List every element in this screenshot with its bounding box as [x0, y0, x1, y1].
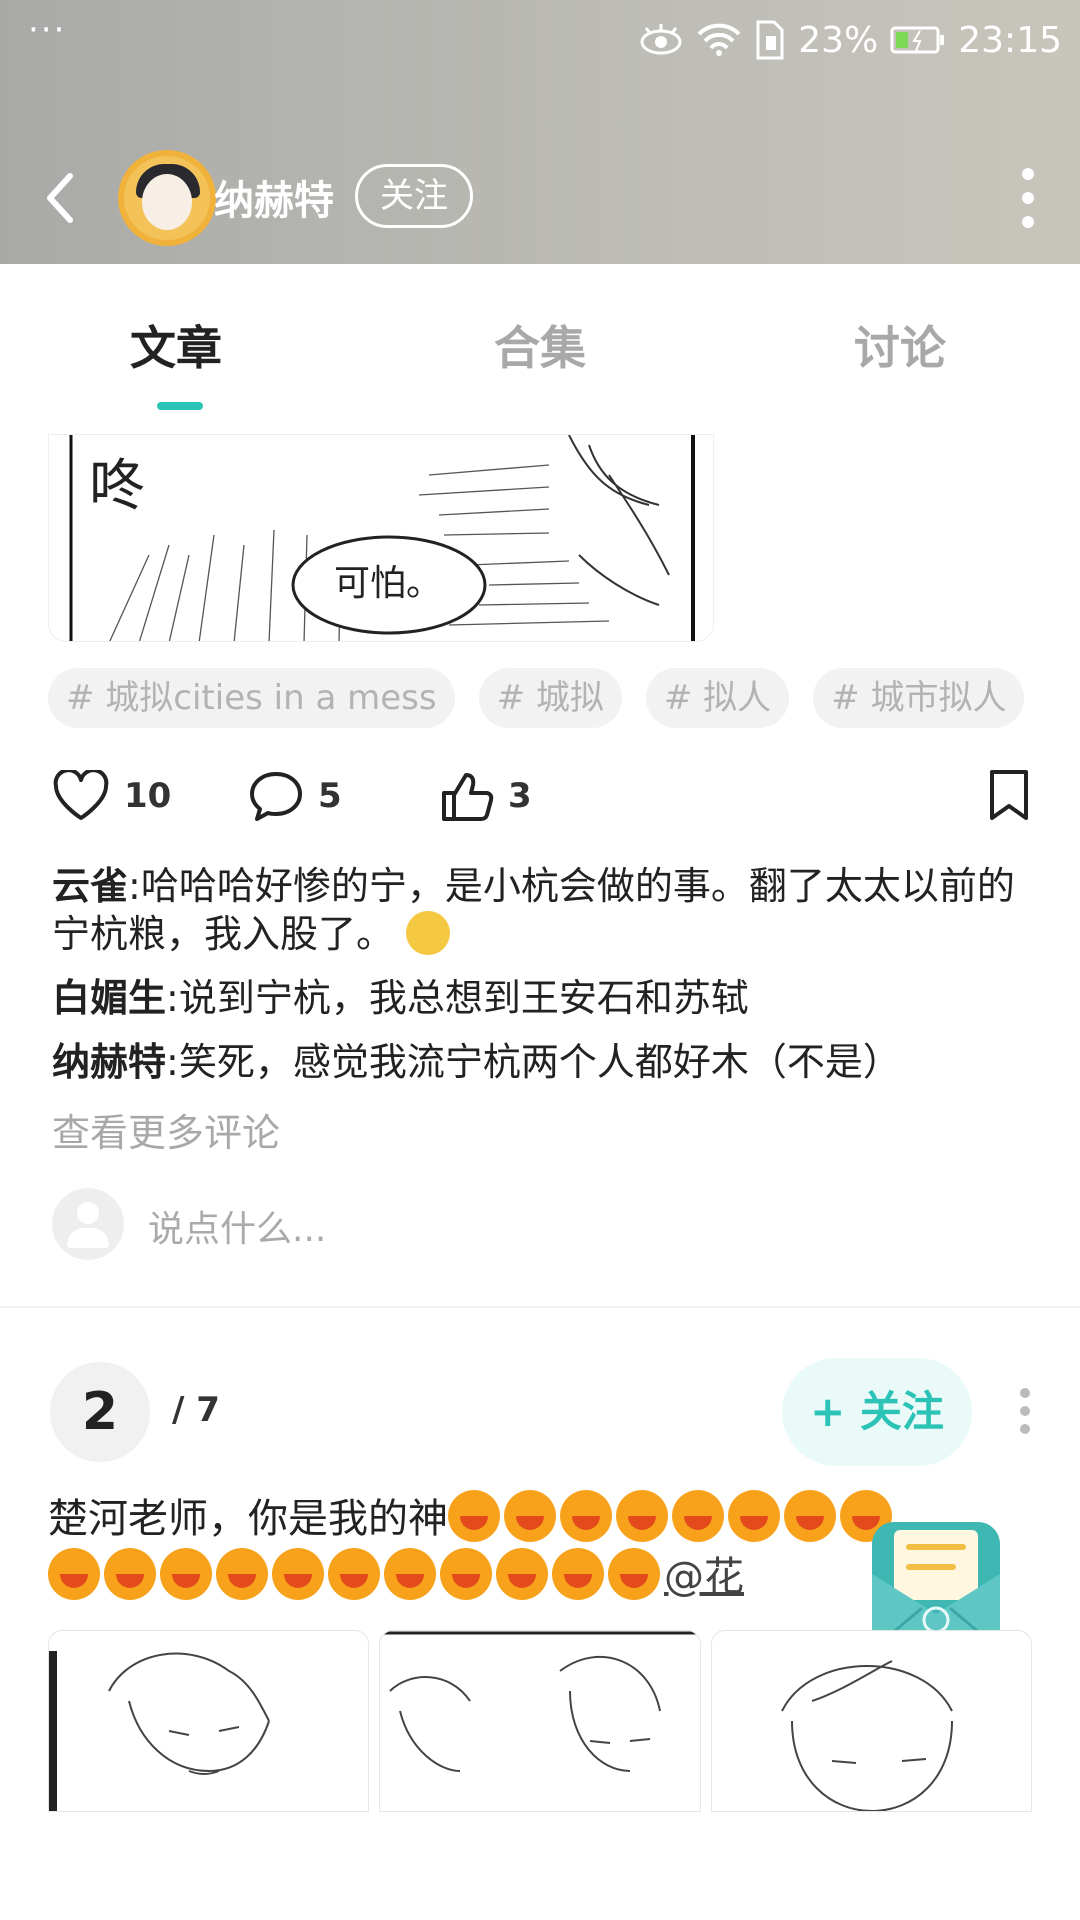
- heart-icon: [53, 770, 109, 820]
- sob-emoji-icon: [448, 1490, 500, 1542]
- post-thumbnail[interactable]: [48, 1630, 370, 1812]
- comment-text: :笑死，感觉我流宁杭两个人都好木（不是）: [166, 1040, 901, 1084]
- comment-text: :哈哈哈好惨的宁，是小杭会做的事。翻了太太以前的宁杭粮，我入股了。: [52, 864, 1015, 956]
- username[interactable]: 纳赫特: [214, 168, 334, 226]
- sob-emoji-icon: [160, 1548, 212, 1600]
- post-thumbnail[interactable]: [379, 1630, 701, 1812]
- comment-item[interactable]: 纳赫特:笑死，感觉我流宁杭两个人都好木（不是）: [52, 1038, 1042, 1086]
- comment-action[interactable]: 5: [248, 766, 342, 826]
- reply-input-placeholder[interactable]: 说点什么...: [148, 1200, 326, 1252]
- post-image-grid: [48, 1630, 1032, 1812]
- tab-bar: 文章 合集 讨论: [0, 264, 1080, 414]
- sob-emoji-icon: [728, 1490, 780, 1542]
- post-thumbnail[interactable]: [710, 1630, 1032, 1812]
- rank-total: / 7: [172, 1390, 220, 1430]
- comic-sound-text: 咚: [89, 454, 145, 519]
- battery-percent: 23%: [798, 19, 879, 61]
- like-action[interactable]: 10: [52, 766, 171, 826]
- profile-header: ··· 23% 23:15 纳赫特 关注: [0, 0, 1080, 264]
- comment-text: :说到宁杭，我总想到王安石和苏轼: [166, 976, 749, 1020]
- tab-discussion[interactable]: 讨论: [854, 312, 946, 378]
- upvote-action[interactable]: 3: [440, 766, 532, 826]
- back-arrow-icon[interactable]: [40, 168, 80, 228]
- follow-button[interactable]: 关注: [355, 164, 473, 228]
- nav-bar: 纳赫特 关注: [0, 150, 1080, 246]
- comment-author[interactable]: 云雀: [52, 864, 128, 908]
- sob-emoji-icon: [552, 1548, 604, 1600]
- sob-emoji-icon: [672, 1490, 724, 1542]
- tag-chip[interactable]: # 城市拟人: [813, 668, 1025, 728]
- comment-author[interactable]: 纳赫特: [52, 1040, 166, 1084]
- status-icons: 23% 23:15: [638, 16, 1062, 64]
- sob-emoji-icon: [560, 1490, 612, 1542]
- sob-emoji-icon: [784, 1490, 836, 1542]
- sob-emoji-icon: [384, 1548, 436, 1600]
- tag-chip[interactable]: # 拟人: [645, 668, 790, 728]
- tag-list: # 城拟cities in a mess # 城拟 # 拟人 # 城市拟人: [48, 668, 1025, 728]
- comment-item[interactable]: 白媚生:说到宁杭，我总想到王安石和苏轼: [52, 974, 1042, 1022]
- reply-box[interactable]: 说点什么...: [52, 1188, 552, 1262]
- more-options-icon[interactable]: [1022, 168, 1034, 228]
- sob-emoji-icon: [48, 1548, 100, 1600]
- rank-badge: 2: [50, 1362, 150, 1462]
- comic-bubble-text: 可怕。: [334, 563, 442, 604]
- post-actions: 10 5 3: [52, 766, 1032, 826]
- sob-emoji-icon: [328, 1548, 380, 1600]
- sob-emoji-icon: [216, 1548, 268, 1600]
- mention-link[interactable]: @花: [664, 1554, 744, 1600]
- eye-icon: [640, 24, 682, 55]
- comment-count: 5: [318, 776, 342, 816]
- battery-icon: [890, 26, 945, 54]
- sob-emoji-icon: [496, 1548, 548, 1600]
- smile-emoji-icon: [406, 911, 451, 955]
- avatar[interactable]: [118, 150, 216, 246]
- sob-emoji-icon: [104, 1548, 156, 1600]
- user-avatar-placeholder-icon: [52, 1188, 124, 1260]
- comic-drawing: 咚 可怕。: [69, 435, 695, 641]
- sob-emoji-icon: [608, 1548, 660, 1600]
- status-menu-dots: ···: [28, 10, 67, 50]
- post-more-options-icon[interactable]: [1020, 1388, 1030, 1442]
- comment-author[interactable]: 白媚生: [52, 976, 166, 1020]
- view-more-comments-link[interactable]: 查看更多评论: [52, 1102, 280, 1157]
- tag-chip[interactable]: # 城拟cities in a mess: [48, 668, 455, 728]
- tab-collections[interactable]: 合集: [494, 312, 586, 378]
- clock: 23:15: [958, 19, 1062, 61]
- tag-chip[interactable]: # 城拟: [478, 668, 622, 728]
- tab-articles[interactable]: 文章: [130, 312, 222, 378]
- sim-icon: [756, 20, 784, 60]
- sob-emoji-icon: [616, 1490, 668, 1542]
- divider: [0, 1306, 1080, 1308]
- comment-bubble-icon: [250, 772, 302, 821]
- bookmark-icon[interactable]: [986, 768, 1032, 822]
- status-bar: ··· 23% 23:15: [0, 0, 1080, 80]
- follow-author-button[interactable]: + 关注: [782, 1358, 972, 1466]
- like-count: 10: [124, 776, 172, 816]
- upvote-count: 3: [508, 776, 532, 816]
- sob-emoji-icon: [272, 1548, 324, 1600]
- sob-emoji-icon: [504, 1490, 556, 1542]
- sob-emoji-icon: [440, 1548, 492, 1600]
- post-image[interactable]: 咚 可怕。: [48, 434, 714, 642]
- active-tab-indicator: [157, 402, 203, 410]
- thumbs-up-icon: [442, 773, 494, 821]
- comment-list: 云雀:哈哈哈好惨的宁，是小杭会做的事。翻了太太以前的宁杭粮，我入股了。 白媚生:…: [52, 862, 1042, 1102]
- wifi-icon: [697, 23, 741, 56]
- comment-item[interactable]: 云雀:哈哈哈好惨的宁，是小杭会做的事。翻了太太以前的宁杭粮，我入股了。: [52, 862, 1042, 958]
